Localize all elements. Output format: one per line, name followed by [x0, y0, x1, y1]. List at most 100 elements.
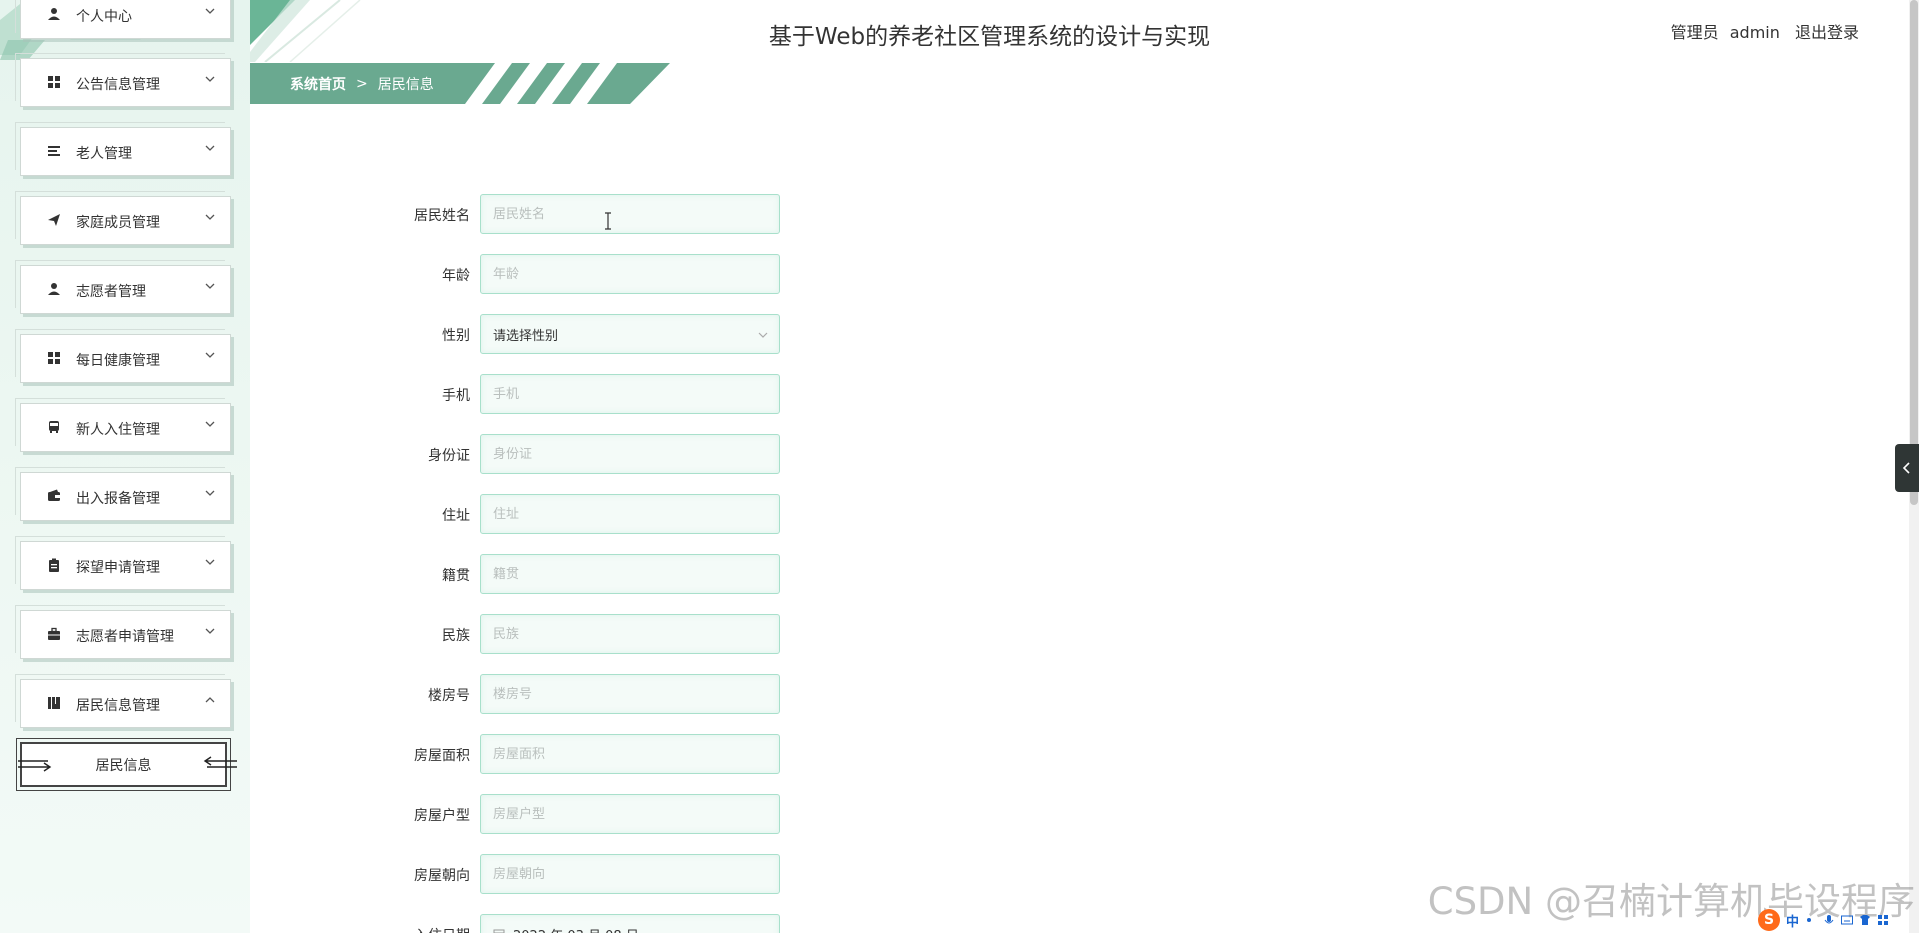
breadcrumb: 系统首页 > 居民信息 [290, 74, 434, 94]
form-row-house-orientation: 房屋朝向 [380, 854, 780, 894]
sidebar-item-label: 志愿者管理 [76, 284, 146, 300]
sidebar-item-family-member-management[interactable]: 家庭成员管理 [15, 191, 231, 245]
arrow-right-icon [18, 760, 52, 772]
submenu-item-label: 居民信息 [95, 757, 152, 774]
field-label: 性别 [442, 328, 470, 344]
sidebar-item-visit-application-management[interactable]: 探望申请管理 [15, 536, 231, 590]
chevron-down-icon [205, 76, 215, 82]
logout-link[interactable]: 退出登录 [1795, 23, 1859, 42]
bus-icon [49, 421, 59, 433]
chevron-down-icon [758, 332, 768, 338]
field-label: 房屋朝向 [414, 868, 470, 884]
chevron-up-icon [205, 697, 215, 703]
address-input[interactable] [480, 494, 780, 534]
field-label: 民族 [442, 628, 470, 644]
ethnicity-input[interactable] [480, 614, 780, 654]
house-layout-input[interactable] [480, 794, 780, 834]
punctuation-icon[interactable] [1805, 914, 1817, 926]
sidebar-item-resident-info-management[interactable]: 居民信息管理 [15, 674, 231, 728]
house-orientation-input[interactable] [480, 854, 780, 894]
move-in-date-picker[interactable]: 2022 年 03 月 08 日 [480, 914, 780, 933]
age-input[interactable] [480, 254, 780, 294]
form-row-house-layout: 房屋户型 [380, 794, 780, 834]
side-panel-toggle[interactable] [1895, 444, 1919, 492]
form-row-building-number: 楼房号 [380, 674, 780, 714]
user-role: 管理员 [1670, 23, 1719, 42]
breadcrumb-current: 居民信息 [377, 77, 434, 93]
apps-grid-icon[interactable] [1877, 914, 1889, 926]
wallet-icon [48, 489, 60, 501]
gender-select[interactable]: 请选择性别 [480, 314, 780, 354]
field-label: 房屋户型 [414, 808, 470, 824]
sidebar-item-label: 老人管理 [76, 146, 132, 162]
list-icon [48, 146, 60, 156]
sidebar-item-new-resident-management[interactable]: 新人入住管理 [15, 398, 231, 452]
grid-icon [48, 352, 60, 364]
briefcase-icon [48, 627, 60, 640]
calendar-icon [493, 929, 505, 933]
sidebar-item-notice-management[interactable]: 公告信息管理 [15, 53, 231, 107]
send-icon [48, 214, 60, 226]
user-icon [48, 283, 60, 295]
scrollbar-thumb[interactable] [1910, 0, 1918, 505]
move-in-date-value: 2022 年 03 月 08 日 [513, 925, 639, 933]
form-row-address: 住址 [380, 494, 780, 534]
chevron-down-icon [205, 8, 215, 14]
user-name: admin [1729, 23, 1780, 42]
keyboard-icon[interactable] [1841, 914, 1853, 926]
form-row-ethnicity: 民族 [380, 614, 780, 654]
native-place-input[interactable] [480, 554, 780, 594]
shirt-icon[interactable] [1859, 914, 1871, 926]
sidebar-item-entry-exit-report-management[interactable]: 出入报备管理 [15, 467, 231, 521]
form-row-house-area: 房屋面积 [380, 734, 780, 774]
sidebar-item-volunteer-management[interactable]: 志愿者管理 [15, 260, 231, 314]
resident-name-input[interactable] [480, 194, 780, 234]
field-label: 楼房号 [428, 688, 470, 704]
sidebar-item-label: 居民信息管理 [76, 698, 160, 714]
microphone-icon[interactable] [1823, 914, 1835, 926]
field-label: 住址 [442, 508, 470, 524]
sidebar-item-daily-health-management[interactable]: 每日健康管理 [15, 329, 231, 383]
field-label: 籍贯 [442, 568, 470, 584]
breadcrumb-home[interactable]: 系统首页 [290, 74, 346, 94]
building-number-input[interactable] [480, 674, 780, 714]
form-row-resident-name: 居民姓名 [380, 194, 780, 234]
chevron-down-icon [205, 145, 215, 151]
sidebar-item-label: 出入报备管理 [76, 491, 160, 507]
sidebar: 个人中心 公告信息管理 老人管理 家庭成员管理 志愿者管理 每日健康管理 新人入… [0, 0, 250, 933]
ime-mode-label[interactable]: 中 [1786, 911, 1799, 930]
id-card-input[interactable] [480, 434, 780, 474]
chevron-left-icon [1902, 462, 1910, 474]
field-label: 年龄 [442, 268, 470, 284]
sidebar-item-label: 家庭成员管理 [76, 215, 160, 231]
phone-input[interactable] [480, 374, 780, 414]
field-label: 手机 [442, 388, 470, 404]
sidebar-item-label: 探望申请管理 [76, 560, 160, 576]
field-label: 入住日期 [414, 925, 470, 933]
form-row-age: 年龄 [380, 254, 780, 294]
sidebar-item-label: 志愿者申请管理 [76, 629, 174, 645]
house-area-input[interactable] [480, 734, 780, 774]
sidebar-item-label: 新人入住管理 [76, 422, 160, 438]
form-row-id-card: 身份证 [380, 434, 780, 474]
chevron-down-icon [205, 628, 215, 634]
chevron-down-icon [205, 352, 215, 358]
chevron-down-icon [205, 490, 215, 496]
sogou-logo-icon: S [1757, 909, 1780, 931]
submenu-item-resident-info[interactable]: 居民信息 [16, 738, 237, 791]
sidebar-item-volunteer-application-management[interactable]: 志愿者申请管理 [15, 605, 231, 659]
user-area: 管理员 admin 退出登录 [1665, 19, 1859, 43]
grid-icon [48, 76, 60, 88]
form-row-move-in-date: 入住日期 2022 年 03 月 08 日 [380, 914, 780, 933]
ime-toolbar: S 中 [1757, 909, 1889, 931]
chevron-down-icon [205, 559, 215, 565]
sidebar-item-label: 每日健康管理 [76, 353, 160, 369]
chevron-down-icon [205, 283, 215, 289]
book-icon [48, 697, 60, 709]
form-row-gender: 性别 请选择性别 [380, 314, 780, 354]
sidebar-item-elderly-management[interactable]: 老人管理 [15, 122, 231, 176]
form-row-phone: 手机 [380, 374, 780, 414]
chevron-down-icon [205, 214, 215, 220]
field-label: 房屋面积 [414, 748, 470, 764]
chevron-down-icon [205, 421, 215, 427]
